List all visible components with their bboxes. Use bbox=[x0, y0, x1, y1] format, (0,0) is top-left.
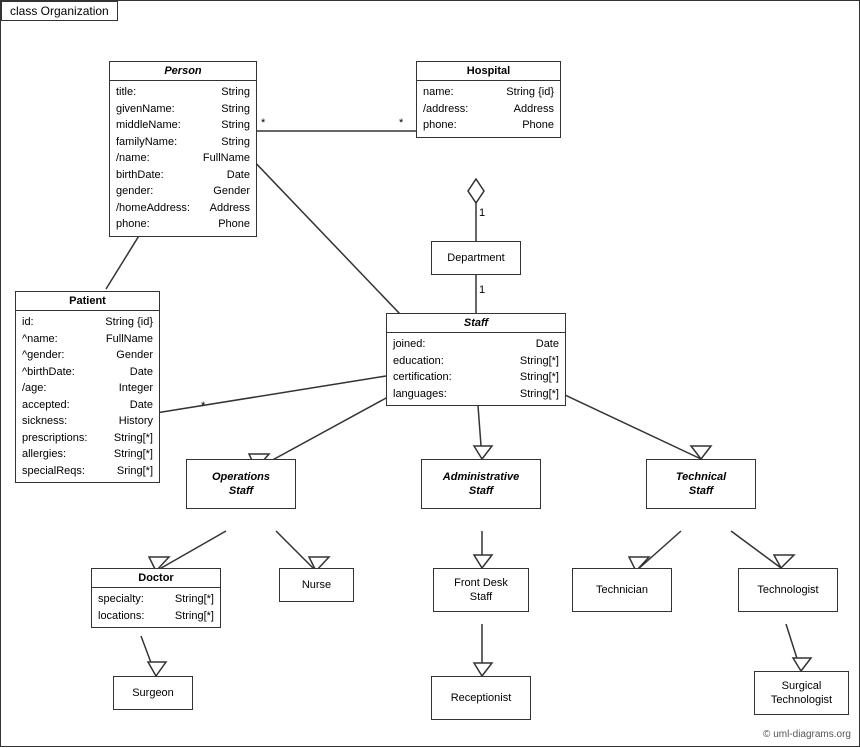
class-admin-staff-name: AdministrativeStaff bbox=[443, 470, 519, 499]
svg-text:*: * bbox=[201, 400, 206, 412]
class-nurse: Nurse bbox=[279, 568, 354, 602]
diagram-title: class Organization bbox=[1, 1, 118, 21]
class-department: Department bbox=[431, 241, 521, 275]
class-operations-staff: OperationsStaff bbox=[186, 459, 296, 509]
class-person-attrs: title:String givenName:String middleName… bbox=[110, 81, 256, 236]
class-surgeon: Surgeon bbox=[113, 676, 193, 710]
class-receptionist-name: Receptionist bbox=[451, 692, 512, 704]
class-surgical-technologist: SurgicalTechnologist bbox=[754, 671, 849, 715]
svg-text:1: 1 bbox=[479, 284, 485, 296]
class-technologist: Technologist bbox=[738, 568, 838, 612]
class-staff-attrs: joined:Date education:String[*] certific… bbox=[387, 333, 565, 405]
class-surgeon-name: Surgeon bbox=[132, 687, 174, 699]
class-hospital-name: Hospital bbox=[417, 62, 560, 81]
svg-text:1: 1 bbox=[479, 207, 485, 219]
class-doctor-name: Doctor bbox=[92, 569, 220, 588]
class-hospital-attrs: name:String {id} /address:Address phone:… bbox=[417, 81, 560, 137]
copyright-text: © uml-diagrams.org bbox=[763, 729, 851, 740]
diagram-container: class Organization * * 1 * 1 * bbox=[0, 0, 860, 747]
class-receptionist: Receptionist bbox=[431, 676, 531, 720]
class-patient-name: Patient bbox=[16, 292, 159, 311]
class-doctor: Doctor specialty:String[*] locations:Str… bbox=[91, 568, 221, 628]
class-person-name: Person bbox=[110, 62, 256, 81]
class-patient-attrs: id:String {id} ^name:FullName ^gender:Ge… bbox=[16, 311, 159, 482]
class-doctor-attrs: specialty:String[*] locations:String[*] bbox=[92, 588, 220, 627]
class-technical-staff: TechnicalStaff bbox=[646, 459, 756, 509]
class-operations-staff-name: OperationsStaff bbox=[212, 470, 270, 499]
class-front-desk-staff-name: Front DeskStaff bbox=[454, 576, 508, 605]
class-person: Person title:String givenName:String mid… bbox=[109, 61, 257, 237]
class-nurse-name: Nurse bbox=[302, 579, 331, 591]
class-hospital: Hospital name:String {id} /address:Addre… bbox=[416, 61, 561, 138]
class-technician-name: Technician bbox=[596, 584, 648, 596]
class-staff: Staff joined:Date education:String[*] ce… bbox=[386, 313, 566, 406]
class-technician: Technician bbox=[572, 568, 672, 612]
svg-text:*: * bbox=[399, 117, 404, 129]
class-front-desk-staff: Front DeskStaff bbox=[433, 568, 529, 612]
class-patient: Patient id:String {id} ^name:FullName ^g… bbox=[15, 291, 160, 483]
class-staff-name: Staff bbox=[387, 314, 565, 333]
class-admin-staff: AdministrativeStaff bbox=[421, 459, 541, 509]
class-technical-staff-name: TechnicalStaff bbox=[676, 470, 726, 499]
class-department-name: Department bbox=[447, 252, 504, 264]
class-surgical-technologist-name: SurgicalTechnologist bbox=[771, 679, 832, 708]
class-technologist-name: Technologist bbox=[757, 584, 818, 596]
svg-text:*: * bbox=[261, 117, 266, 129]
